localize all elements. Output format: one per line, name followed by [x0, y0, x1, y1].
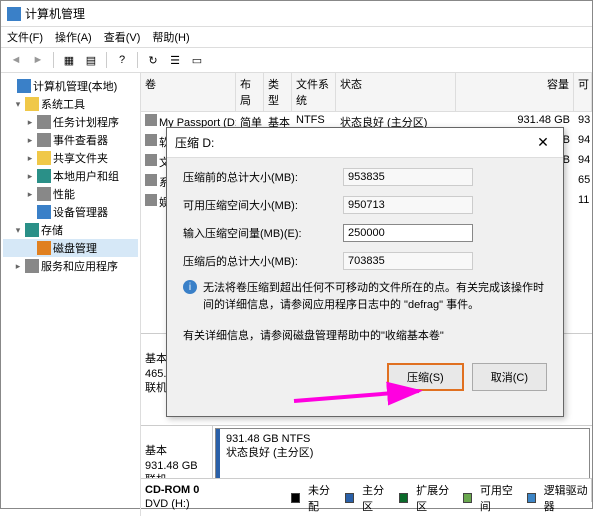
folder-icon	[37, 151, 51, 165]
col-status[interactable]: 状态	[336, 73, 456, 111]
views-icon[interactable]: ▦	[60, 51, 78, 69]
col-filesystem[interactable]: 文件系统	[292, 73, 336, 111]
properties-icon[interactable]: ▤	[82, 51, 100, 69]
before-size-value: 953835	[343, 168, 473, 186]
avail-size-value: 950713	[343, 196, 473, 214]
legend: 未分配 主分区 扩展分区 可用空间 逻辑驱动器	[291, 482, 592, 514]
menubar: 文件(F) 操作(A) 查看(V) 帮助(H)	[1, 27, 592, 48]
volume-list-header: 卷 布局 类型 文件系统 状态 容量 可	[141, 73, 592, 112]
refresh-icon[interactable]: ↻	[144, 51, 162, 69]
col-available[interactable]: 可	[574, 73, 592, 111]
app-icon	[7, 7, 21, 21]
services-icon	[25, 259, 39, 273]
menu-file[interactable]: 文件(F)	[7, 29, 43, 45]
tools-icon	[25, 97, 39, 111]
after-size-label: 压缩后的总计大小(MB):	[183, 253, 343, 269]
menu-action[interactable]: 操作(A)	[55, 29, 92, 45]
avail-size-label: 可用压缩空间大小(MB):	[183, 197, 343, 213]
clock-icon	[37, 115, 51, 129]
menu-view[interactable]: 查看(V)	[104, 29, 141, 45]
back-icon: ◄	[7, 51, 25, 69]
perf-icon	[37, 187, 51, 201]
volume-icon	[145, 174, 157, 186]
volume-icon	[145, 114, 157, 126]
close-icon[interactable]: ✕	[531, 134, 555, 151]
legend-swatch	[345, 493, 354, 503]
tree-devmgr[interactable]: 设备管理器	[3, 203, 138, 221]
before-size-label: 压缩前的总计大小(MB):	[183, 169, 343, 185]
computer-icon	[17, 79, 31, 93]
help-icon[interactable]: ?	[113, 51, 131, 69]
tree-shared[interactable]: ▸共享文件夹	[3, 149, 138, 167]
dialog-title: 压缩 D:	[175, 134, 214, 151]
col-capacity[interactable]: 容量	[456, 73, 574, 111]
device-icon	[37, 205, 51, 219]
legend-swatch	[291, 493, 300, 503]
volume-icon	[145, 154, 157, 166]
toolbar: ◄ ► ▦ ▤ ? ↻ ☰ ▭	[1, 48, 592, 73]
separator	[137, 52, 138, 68]
tree-perf[interactable]: ▸性能	[3, 185, 138, 203]
forward-icon: ►	[29, 51, 47, 69]
dialog-titlebar: 压缩 D: ✕	[167, 128, 563, 158]
window-title: 计算机管理	[25, 5, 85, 22]
shrink-amount-input[interactable]	[343, 224, 473, 242]
tree-systools[interactable]: ▾系统工具	[3, 95, 138, 113]
info-icon: i	[183, 280, 197, 294]
tree-eventviewer[interactable]: ▸事件查看器	[3, 131, 138, 149]
input-size-label: 输入压缩空间量(MB)(E):	[183, 225, 343, 241]
disk-icon	[37, 241, 51, 255]
users-icon	[37, 169, 51, 183]
tree-storage[interactable]: ▾存储	[3, 221, 138, 239]
storage-icon	[25, 223, 39, 237]
tree-services[interactable]: ▸服务和应用程序	[3, 257, 138, 275]
shrink-dialog: 压缩 D: ✕ 压缩前的总计大小(MB): 953835 可用压缩空间大小(MB…	[166, 127, 564, 417]
volume-icon	[145, 194, 157, 206]
volume-icon	[145, 134, 157, 146]
menu-help[interactable]: 帮助(H)	[152, 29, 189, 45]
col-layout[interactable]: 布局	[236, 73, 264, 111]
list-icon[interactable]: ☰	[166, 51, 184, 69]
tree-root[interactable]: 计算机管理(本地)	[3, 77, 138, 95]
legend-swatch	[463, 493, 472, 503]
tree-scheduler[interactable]: ▸任务计划程序	[3, 113, 138, 131]
legend-swatch	[399, 493, 408, 503]
separator	[106, 52, 107, 68]
cancel-button[interactable]: 取消(C)	[472, 363, 547, 391]
nav-tree: 计算机管理(本地) ▾系统工具 ▸任务计划程序 ▸事件查看器 ▸共享文件夹 ▸本…	[1, 73, 141, 516]
separator	[53, 52, 54, 68]
legend-swatch	[527, 493, 536, 503]
dialog-info: i 无法将卷压缩到超出任何不可移动的文件所在的点。有关完成该操作时间的详细信息，…	[183, 280, 547, 313]
dialog-help-text: 有关详细信息，请参阅磁盘管理帮助中的"收缩基本卷"	[183, 327, 547, 343]
titlebar: 计算机管理	[1, 1, 592, 27]
after-size-value: 703835	[343, 252, 473, 270]
col-volume[interactable]: 卷	[141, 73, 236, 111]
detail-icon[interactable]: ▭	[188, 51, 206, 69]
col-type[interactable]: 类型	[264, 73, 292, 111]
tree-users[interactable]: ▸本地用户和组	[3, 167, 138, 185]
shrink-button[interactable]: 压缩(S)	[387, 363, 464, 391]
tree-diskmgmt[interactable]: 磁盘管理	[3, 239, 138, 257]
event-icon	[37, 133, 51, 147]
